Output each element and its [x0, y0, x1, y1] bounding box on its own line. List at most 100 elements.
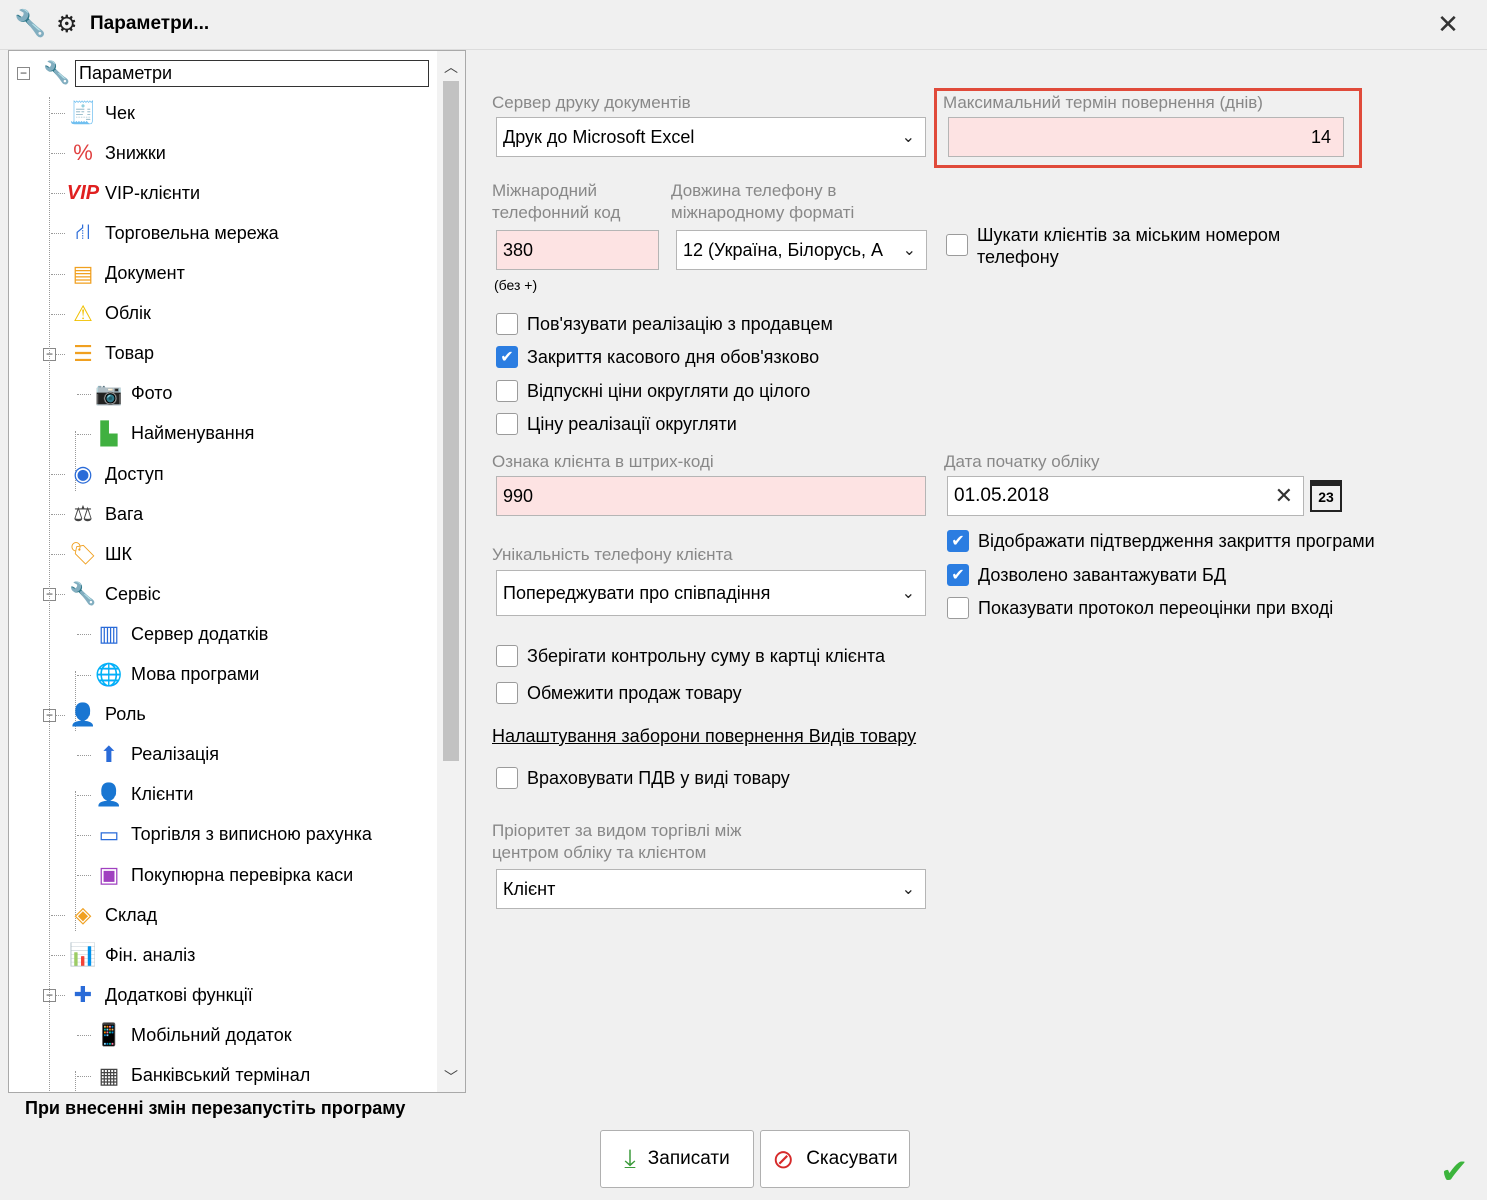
scroll-thumb[interactable] [443, 81, 459, 761]
tree-item[interactable]: 🌐 Мова програми [93, 657, 259, 693]
tree-item[interactable]: 👤 Клієнти [93, 777, 193, 813]
tree-connector [77, 875, 91, 876]
tree-item[interactable]: ▙ Найменування [93, 416, 255, 452]
tree-item[interactable]: ⛙ Торговельна мережа [67, 215, 278, 251]
tree-item-label: Облік [105, 303, 151, 324]
checkbox-box[interactable] [946, 234, 968, 256]
tree-item[interactable]: 👤 Роль [67, 697, 145, 733]
tree-item[interactable]: ▦ Банківський термінал [93, 1058, 311, 1093]
gear-icon: ⚙ [56, 11, 78, 38]
checkbox-box[interactable] [496, 645, 518, 667]
vat-checkbox[interactable]: Враховувати ПДВ у виді товару [496, 767, 790, 789]
tree-item[interactable]: ⚠ Облік [67, 296, 151, 332]
tree-item[interactable]: 📊 Фін. аналіз [67, 937, 195, 973]
checkbox-box[interactable] [496, 767, 518, 789]
cancel-button-label: Скасувати [806, 1148, 898, 1169]
start-date-value: 01.05.2018 [954, 485, 1050, 506]
priority-select[interactable]: Клієнт ⌄ [496, 869, 926, 909]
print-server-value: Друк до Microsoft Excel [503, 126, 695, 147]
tree-item[interactable]: ☰ Товар [67, 336, 154, 372]
document-icon: ▤ [72, 260, 94, 286]
clear-icon[interactable]: ✕ [1275, 483, 1293, 509]
tree-item[interactable]: 📱 Мобільний додаток [93, 1017, 292, 1053]
tree-item[interactable]: ⬆ Реалізація [93, 737, 219, 773]
tree-item-label: Фін. аналіз [105, 944, 196, 965]
tree-connector [51, 233, 65, 235]
tree-item[interactable]: 📷 Фото [93, 376, 172, 412]
tree-item-label: Мобільний додаток [131, 1024, 292, 1045]
tree-connector [77, 634, 91, 636]
search-by-city-checkbox[interactable]: Шукати клієнтів за міським номером телеф… [946, 224, 1306, 268]
tree-item[interactable]: % Знижки [67, 135, 166, 171]
title-bar: 🔧 ⚙ Параметри... ✕ [0, 0, 1487, 50]
phone-length-select[interactable]: 12 (Україна, Білорусь, А ⌄ [676, 230, 927, 270]
checkbox-checked[interactable]: ✔ [947, 530, 969, 552]
checkbox-box[interactable] [496, 380, 518, 402]
close-button[interactable]: ✕ [1432, 10, 1464, 38]
calendar-icon[interactable]: 23 [1310, 480, 1342, 512]
max-return-input[interactable]: 14 [948, 117, 1344, 157]
search-by-city-label: Шукати клієнтів за міським номером телеф… [977, 225, 1281, 267]
round-prices-checkbox[interactable]: Відпускні ціни округляти до цілого [496, 380, 810, 402]
return-ban-link[interactable]: Налаштування заборони повернення Видів т… [492, 726, 916, 747]
checkbox-box[interactable] [496, 682, 518, 704]
collapse-toggle[interactable]: − [17, 67, 30, 80]
cancel-button[interactable]: ⊘ Скасувати [760, 1130, 910, 1188]
allow-db-load-checkbox[interactable]: ✔ Дозволено завантажувати БД [947, 564, 1226, 586]
tree-connector [51, 273, 65, 275]
chevron-down-icon: ⌄ [901, 881, 915, 898]
ok-check-icon: ✔ [1440, 1153, 1469, 1191]
tree-item-label: Банківський термінал [131, 1065, 311, 1085]
tree-connector [75, 1071, 76, 1091]
tree-scrollbar[interactable]: ︿ ﹀ [437, 51, 465, 1092]
show-reval-protocol-checkbox[interactable]: Показувати протокол переоцінки при вході [947, 597, 1333, 619]
tag-icon: 🏷 [69, 541, 97, 567]
settings-tree[interactable]: − − − − − 🔧 Параметри 🧾 Чек% Знижки VIP VIP-клієнт… [8, 50, 466, 1093]
store-checksum-checkbox[interactable]: Зберігати контрольну суму в картці клієн… [496, 645, 885, 667]
limit-sales-checkbox[interactable]: Обмежити продаж товару [496, 682, 742, 704]
round-sale-checkbox[interactable]: Ціну реалізації округляти [496, 413, 737, 435]
phone-unique-select[interactable]: Попереджувати про співпадіння ⌄ [496, 570, 926, 616]
show-close-confirm-checkbox[interactable]: ✔ Відображати підтвердження закриття прог… [947, 530, 1375, 552]
tree-connector [77, 433, 91, 435]
checkbox-checked[interactable]: ✔ [496, 346, 518, 368]
tree-item-label: Торгівля з виписною рахунка [131, 824, 372, 845]
link-seller-checkbox[interactable]: Пов'язувати реалізацію з продавцем [496, 313, 833, 335]
tree-item-label: Документ [105, 263, 185, 283]
save-button-label: Записати [647, 1148, 730, 1169]
intl-code-input[interactable]: 380 [496, 230, 659, 270]
tree-item[interactable]: ⚖ Вага [67, 496, 143, 532]
scroll-up-icon[interactable]: ︿ [437, 55, 465, 79]
checkbox-checked[interactable]: ✔ [947, 564, 969, 586]
tree-item[interactable]: ◈ Склад [67, 897, 158, 933]
tree-item[interactable]: ▣ Покупюрна перевірка каси [93, 857, 354, 893]
tree-connector [49, 97, 50, 1091]
tree-item[interactable]: 🧾 Чек [67, 95, 135, 131]
tree-item[interactable]: ▤ Документ [67, 256, 185, 292]
close-day-checkbox[interactable]: ✔ Закриття касового дня обов'язково [496, 346, 819, 368]
phone-unique-value: Попереджувати про співпадіння [503, 582, 771, 603]
receipt-icon: 🧾 [69, 100, 97, 126]
chevron-down-icon: ⌄ [901, 129, 915, 146]
tree-item[interactable]: ▥ Сервер додатків [93, 616, 269, 652]
save-button[interactable]: ⤓ Записати [600, 1130, 754, 1188]
checkbox-box[interactable] [496, 313, 518, 335]
tree-item[interactable]: 🔧 Параметри [41, 55, 429, 91]
tree-connector [77, 393, 91, 395]
tree-connector [77, 794, 91, 796]
barcode-sign-label: Ознака клієнта в штрих-коді [492, 452, 714, 471]
vip-icon: VIP [66, 181, 100, 204]
tree-item[interactable]: 🏷 ШК [67, 536, 132, 572]
checkbox-box[interactable] [947, 597, 969, 619]
scroll-down-icon[interactable]: ﹀ [437, 1065, 465, 1089]
barcode-sign-input[interactable]: 990 [496, 476, 926, 516]
tree-item[interactable]: 🔧 Сервіс [67, 576, 160, 612]
tree-item[interactable]: ◉ Доступ [67, 456, 163, 492]
checkbox-box[interactable] [496, 413, 518, 435]
tree-item[interactable]: ✚ Додаткові функції [67, 977, 253, 1013]
tree-item[interactable]: ▭ Торгівля з виписною рахунка [93, 817, 372, 853]
round-prices-label: Відпускні ціни округляти до цілого [527, 380, 811, 401]
start-date-input[interactable]: 01.05.2018 ✕ [947, 476, 1304, 516]
print-server-select[interactable]: Друк до Microsoft Excel ⌄ [496, 117, 926, 157]
tree-item[interactable]: VIP VIP-клієнти [67, 175, 200, 211]
